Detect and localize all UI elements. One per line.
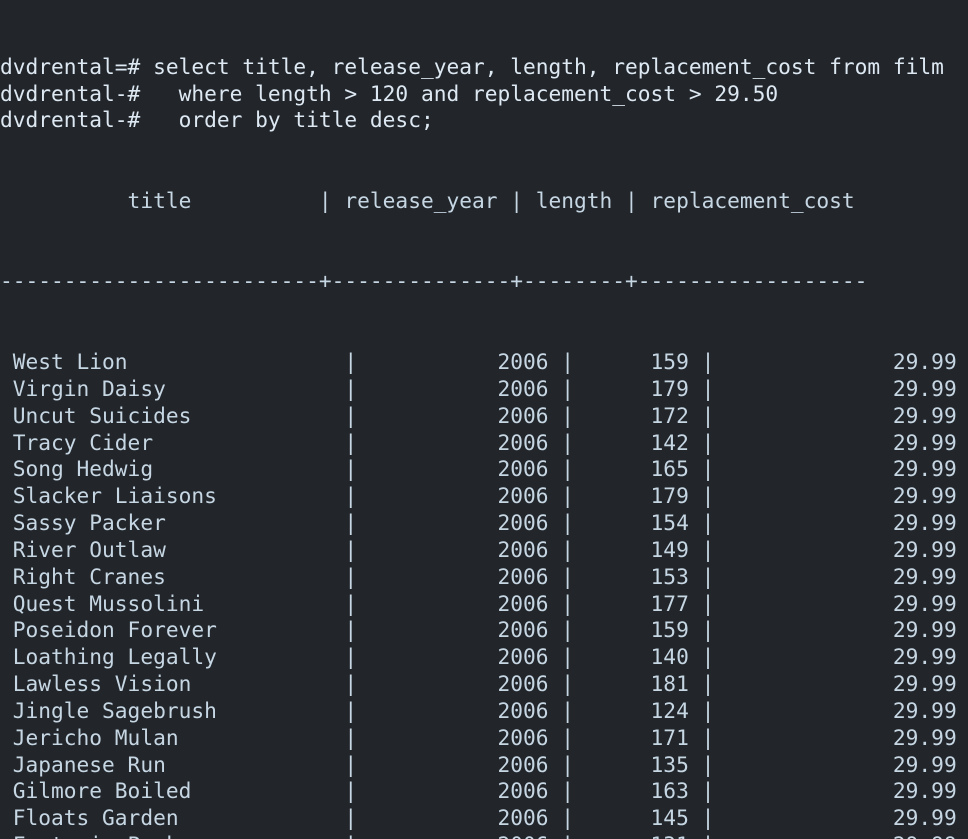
query-line: dvdrental-# where length > 120 and repla…: [0, 80, 779, 106]
table-row: Tracy Cider | 2006 | 142 | 29.99: [0, 429, 968, 455]
table-row: Japanese Run | 2006 | 135 | 29.99: [0, 751, 968, 777]
table-row: Song Hedwig | 2006 | 165 | 29.99: [0, 456, 968, 482]
table-row: Lawless Vision | 2006 | 181 | 29.99: [0, 671, 968, 697]
table-row: Jericho Mulan | 2006 | 171 | 29.99: [0, 724, 968, 750]
table-row: Loathing Legally | 2006 | 140 | 29.99: [0, 644, 968, 670]
table-row: Slacker Liaisons | 2006 | 179 | 29.99: [0, 483, 968, 509]
table-row: Sassy Packer | 2006 | 154 | 29.99: [0, 510, 968, 536]
query-line: dvdrental=# select title, release_year, …: [0, 53, 944, 79]
table-row: Fantasia Park | 2006 | 131 | 29.99: [0, 832, 968, 839]
table-row: Quest Mussolini | 2006 | 177 | 29.99: [0, 590, 968, 616]
table-row: Floats Garden | 2006 | 145 | 29.99: [0, 805, 968, 831]
table-separator-row: -------------------------+--------------…: [0, 268, 868, 294]
table-row: Jingle Sagebrush | 2006 | 124 | 29.99: [0, 697, 968, 723]
table-row: Virgin Daisy | 2006 | 179 | 29.99: [0, 375, 968, 401]
table-row: Right Cranes | 2006 | 153 | 29.99: [0, 563, 968, 589]
table-header-row: title | release_year | length | replacem…: [0, 187, 868, 213]
table-row: River Outlaw | 2006 | 149 | 29.99: [0, 536, 968, 562]
table-row: West Lion | 2006 | 159 | 29.99: [0, 348, 968, 374]
query-line: dvdrental-# order by title desc;: [0, 107, 434, 133]
table-row: Uncut Suicides | 2006 | 172 | 29.99: [0, 402, 968, 428]
table-body: West Lion | 2006 | 159 | 29.99 Virgin Da…: [0, 349, 968, 839]
table-row: Gilmore Boiled | 2006 | 163 | 29.99: [0, 778, 968, 804]
query-command-block: dvdrental=# select title, release_year, …: [0, 54, 968, 135]
terminal-window[interactable]: dvdrental=# select title, release_year, …: [0, 0, 968, 839]
table-row: Poseidon Forever | 2006 | 159 | 29.99: [0, 617, 968, 643]
